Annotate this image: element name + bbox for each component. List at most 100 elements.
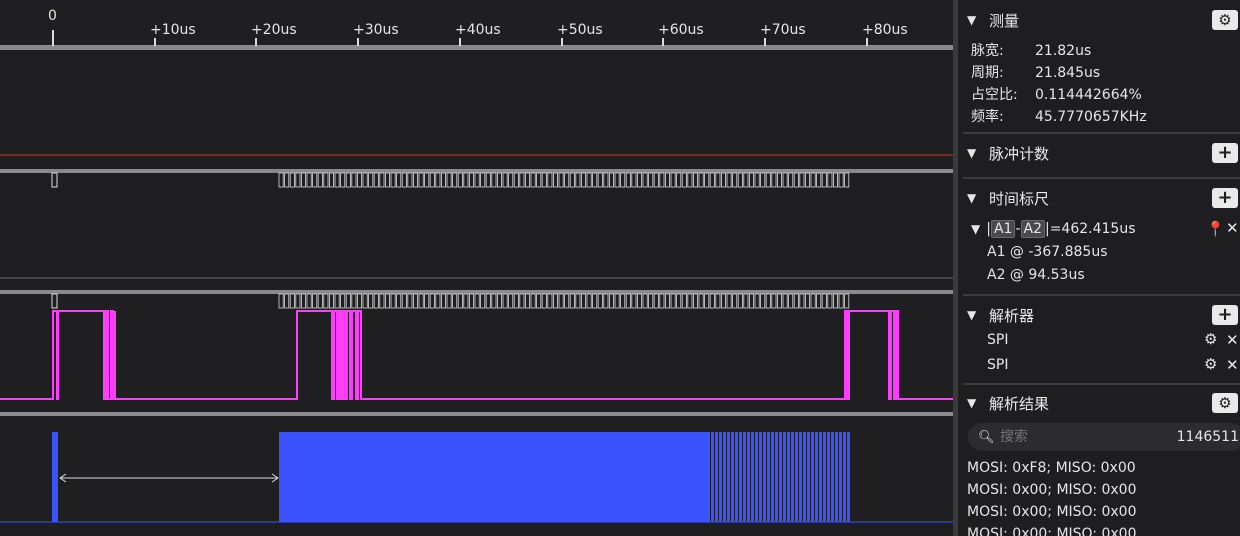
result-line[interactable]: MOSI: 0x00; MISO: 0x00: [967, 504, 1137, 520]
pulse-box: [810, 172, 816, 188]
results-settings-button[interactable]: ⚙: [1212, 393, 1238, 413]
pulse-box: [737, 293, 743, 309]
close-icon[interactable]: ✕: [1226, 331, 1239, 349]
pulse-box: [799, 293, 805, 309]
chevron-down-icon[interactable]: ▼: [967, 146, 981, 160]
pulse-box: [306, 293, 312, 309]
pulse-box: [631, 172, 637, 188]
section-measure-header[interactable]: ▼ 测量: [963, 6, 1240, 34]
marker-a-tag[interactable]: A1: [990, 220, 1016, 238]
pulse-box: [844, 172, 850, 188]
blue-pulse: [739, 432, 742, 522]
pulse-box: [340, 293, 346, 309]
gear-icon[interactable]: ⚙: [1204, 330, 1217, 348]
section-title: 解析结果: [989, 394, 1050, 413]
measure-settings-button[interactable]: ⚙: [1212, 10, 1238, 30]
pulse-box: [429, 172, 435, 188]
pulse-box: [474, 172, 480, 188]
pulse-box: [558, 172, 564, 188]
section-results-header[interactable]: ▼ 解析结果: [963, 389, 1240, 417]
pulse-box: [681, 172, 687, 188]
ruler-separator: [0, 45, 953, 50]
chevron-down-icon[interactable]: ▼: [967, 396, 981, 410]
pulse-box: [625, 172, 631, 188]
pulse-box: [508, 293, 514, 309]
blue-pulse: [847, 432, 850, 522]
waveform-view[interactable]: 0 +10us +20us +30us +40us +50us +60us +7…: [0, 0, 953, 536]
marker-a1-position: A1 @ -367.885us: [987, 244, 1108, 260]
ruler-ticks: [154, 38, 868, 46]
chevron-down-icon[interactable]: ▼: [971, 222, 980, 236]
close-icon[interactable]: ✕: [1226, 356, 1239, 374]
pulse-box: [525, 293, 531, 309]
analyzer-item[interactable]: SPI: [987, 357, 1008, 373]
chevron-down-icon[interactable]: ▼: [967, 13, 981, 27]
pulse-box: [631, 293, 637, 309]
chevron-down-icon[interactable]: ▼: [967, 191, 981, 205]
pulse-box: [390, 172, 396, 188]
search-input[interactable]: [1000, 429, 1150, 445]
blue-pulse: [823, 432, 826, 522]
pulse-box: [592, 172, 598, 188]
results-search-box[interactable]: 🔍︎ 1146511: [968, 423, 1240, 451]
pulse-box: [502, 293, 508, 309]
pulse-box: [637, 172, 643, 188]
gear-icon[interactable]: ⚙: [1204, 355, 1217, 373]
pulse-box: [384, 172, 390, 188]
blue-pulse: [751, 432, 754, 522]
add-time-ruler-button[interactable]: +: [1212, 188, 1238, 208]
measure-row: 频率: 45.7770657KHz: [971, 109, 1147, 125]
marker-a2-position: A2 @ 94.53us: [987, 267, 1085, 283]
pulse-box: [480, 293, 486, 309]
result-line[interactable]: MOSI: 0x00; MISO: 0x00: [967, 482, 1137, 498]
pulse-box: [289, 172, 295, 188]
pulse-box: [401, 293, 407, 309]
blue-burst: [279, 432, 707, 522]
pulse-annotation-row-2: [51, 293, 850, 309]
pulse-box: [844, 293, 850, 309]
close-icon[interactable]: ✕: [1226, 219, 1239, 237]
pulse-box: [295, 293, 301, 309]
time-ruler-delta-row[interactable]: ▼ | A1- A2 |=462.415us: [971, 220, 1136, 238]
add-analyzer-button[interactable]: +: [1212, 305, 1238, 325]
section-divider: [963, 132, 1240, 134]
result-line[interactable]: MOSI: 0xF8; MISO: 0x00: [967, 460, 1136, 476]
pulse-box: [317, 172, 323, 188]
analyzer-item[interactable]: SPI: [987, 332, 1008, 348]
section-time-ruler-header[interactable]: ▼ 时间标尺: [963, 184, 1240, 212]
blue-pulse: [835, 432, 838, 522]
chevron-down-icon[interactable]: ▼: [967, 308, 981, 322]
ruler-label: +60us: [658, 22, 704, 38]
pulse-box: [581, 172, 587, 188]
pulse-box: [284, 293, 290, 309]
pulse-box: [597, 293, 603, 309]
pulse-box: [732, 172, 738, 188]
pulse-box: [765, 172, 771, 188]
pulse-box: [553, 172, 559, 188]
channel-separator-2: [0, 290, 953, 294]
section-divider: [963, 383, 1240, 385]
section-pulse-count-header[interactable]: ▼ 脉冲计数: [963, 139, 1240, 167]
pulse-box: [435, 293, 441, 309]
pulse-box: [446, 293, 452, 309]
pin-icon[interactable]: 📍: [1206, 220, 1225, 238]
pulse-box: [564, 293, 570, 309]
pulse-box: [396, 172, 402, 188]
pulse-box: [547, 293, 553, 309]
time-ruler-arrow[interactable]: [59, 473, 279, 483]
pulse-box: [480, 172, 486, 188]
pulse-box: [782, 293, 788, 309]
pulse-box: [424, 172, 430, 188]
blue-pulse: [763, 432, 766, 522]
pulse-box: [581, 293, 587, 309]
pulse-box: [536, 293, 542, 309]
marker-b-tag[interactable]: A2: [1020, 220, 1045, 238]
waveform-canvas[interactable]: [0, 0, 953, 536]
pulse-box: [289, 293, 295, 309]
add-pulse-count-button[interactable]: +: [1212, 143, 1238, 163]
result-line[interactable]: MOSI: 0x00; MISO: 0x00: [967, 526, 1137, 536]
section-analyzers-header[interactable]: ▼ 解析器: [963, 301, 1240, 329]
pulse-box: [491, 172, 497, 188]
channel-pink-waveform: [0, 310, 953, 400]
pulse-box: [553, 293, 559, 309]
